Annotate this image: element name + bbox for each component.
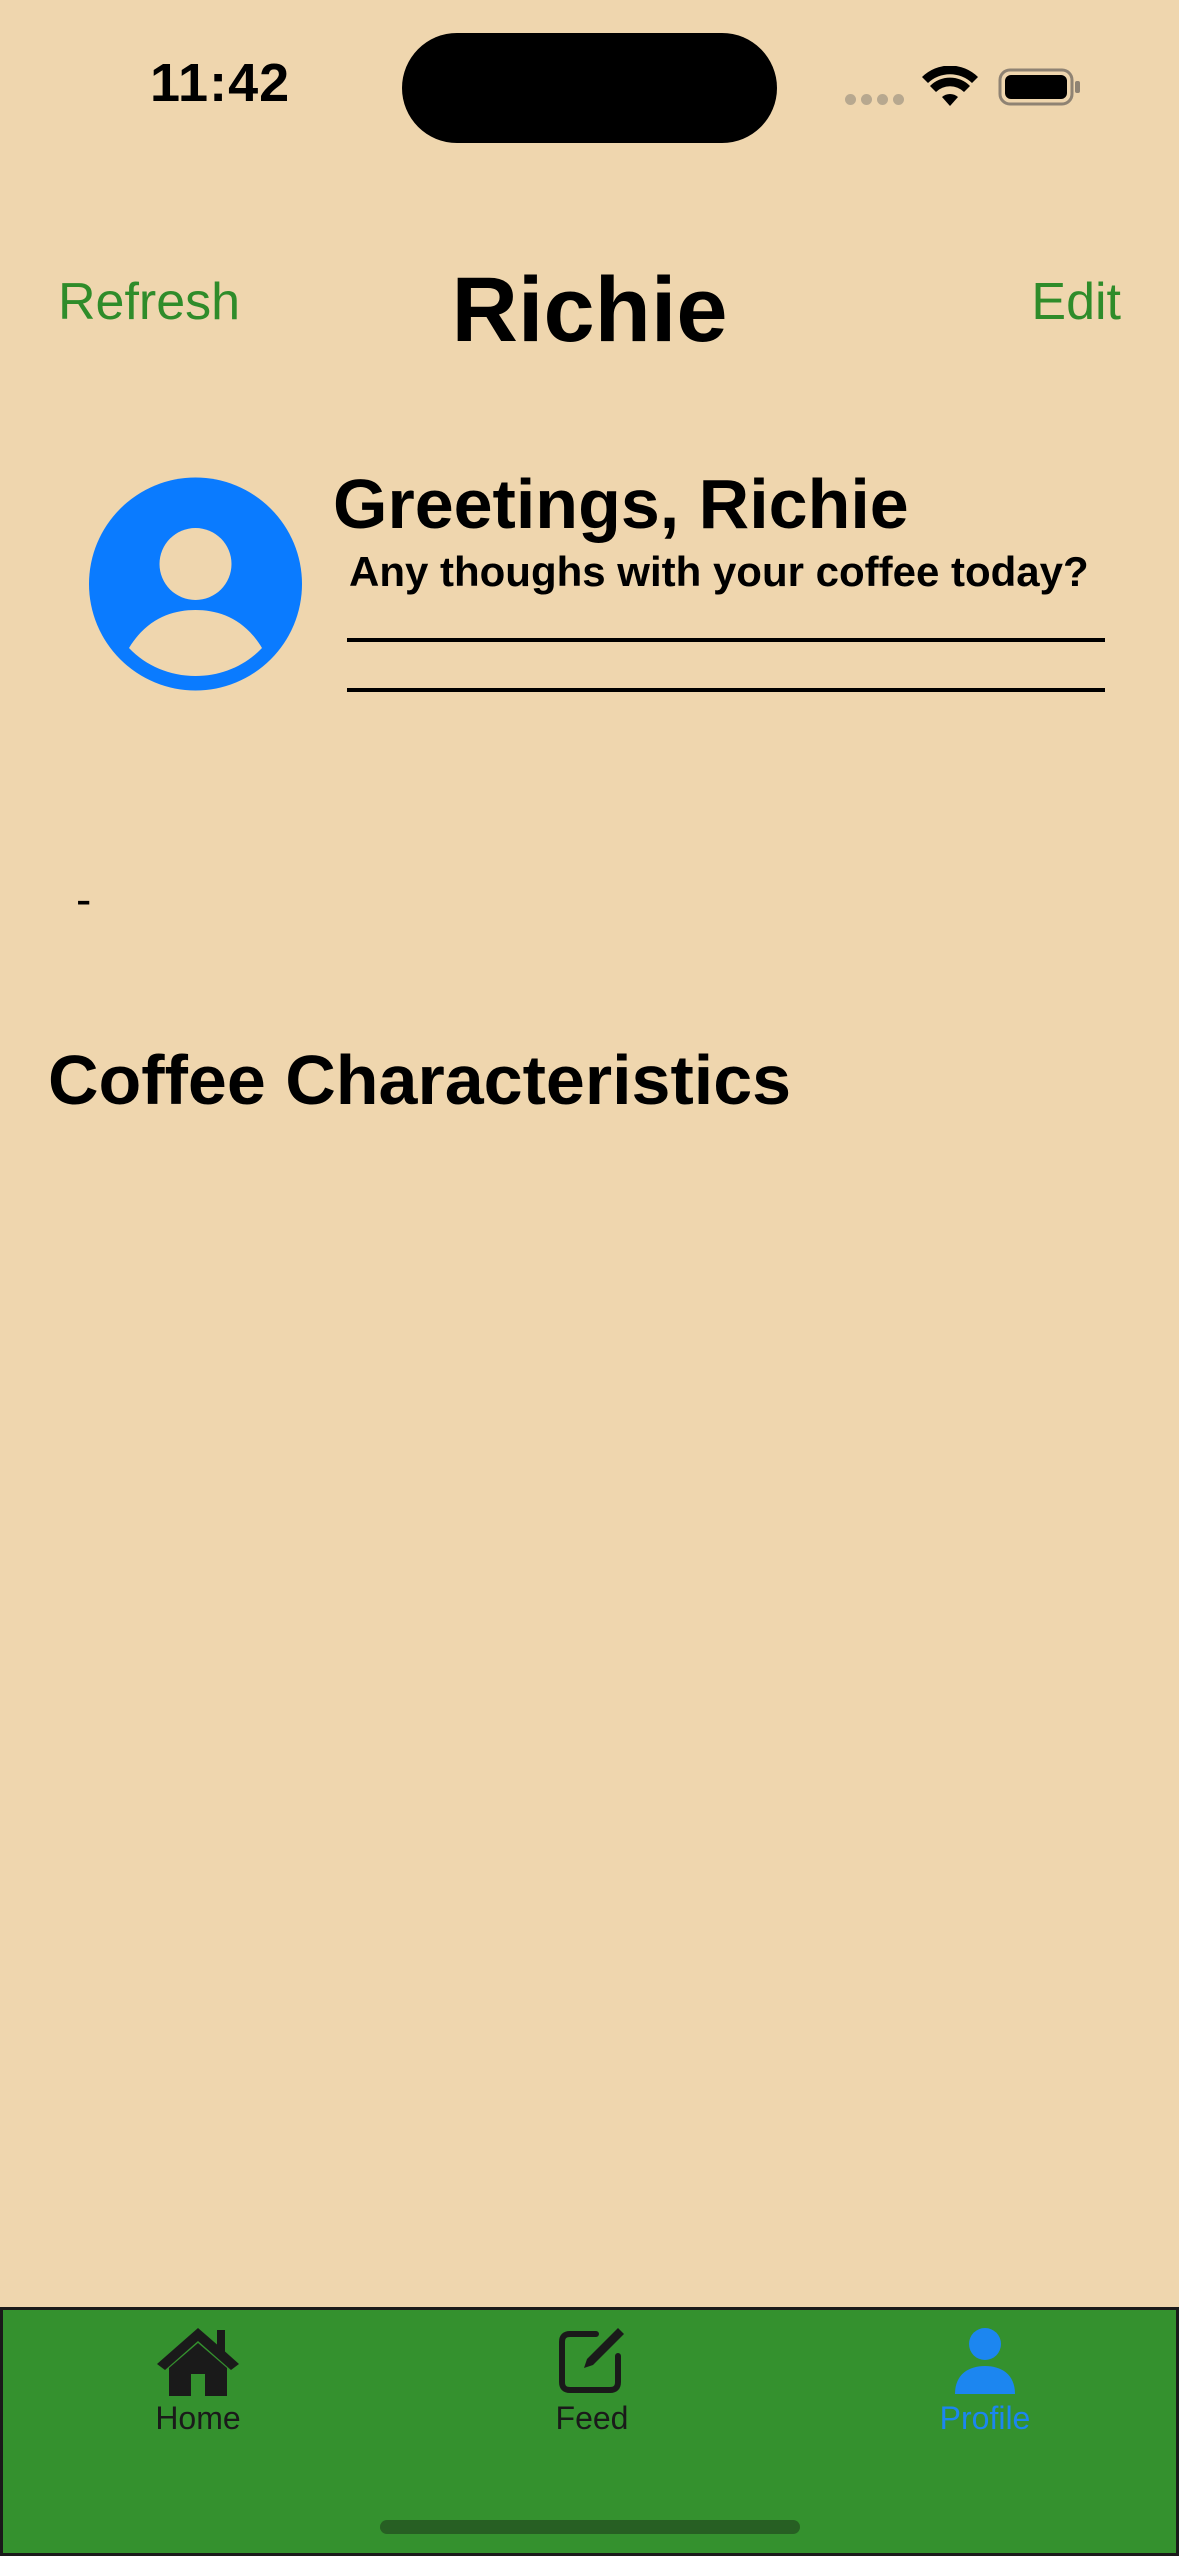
wifi-icon (922, 66, 978, 106)
tab-feed-label: Feed (555, 2400, 629, 2436)
thoughts-prompt: Any thoughs with your coffee today? (349, 548, 1089, 595)
thoughts-input-line[interactable] (347, 688, 1105, 692)
greeting-heading: Greetings, Richie (333, 465, 909, 543)
thoughts-input-line[interactable] (347, 638, 1105, 642)
edit-button[interactable]: Edit (1031, 272, 1121, 332)
cellular-signal-icon (845, 94, 904, 105)
dynamic-island (402, 33, 777, 143)
battery-icon (998, 68, 1080, 106)
tab-profile-label: Profile (939, 2400, 1031, 2436)
tab-home[interactable]: Home (98, 2324, 298, 2474)
status-time: 11:42 (150, 53, 291, 113)
coffee-characteristics-heading: Coffee Characteristics (48, 1041, 792, 1119)
tab-profile[interactable]: Profile (885, 2324, 1085, 2474)
compose-icon (559, 2328, 624, 2393)
house-icon (157, 2328, 239, 2396)
bio-text: - (76, 873, 92, 925)
tab-home-label: Home (155, 2400, 241, 2436)
tab-feed[interactable]: Feed (492, 2324, 692, 2474)
page-title: Richie (451, 259, 728, 361)
profile-screen: 11:42 Refresh Richie Edit Greetings, Ric… (0, 0, 1179, 2556)
avatar[interactable] (89, 476, 302, 692)
person-icon (955, 2328, 1015, 2394)
tab-bar: Home Feed Profile (0, 2307, 1179, 2556)
home-indicator[interactable] (380, 2520, 800, 2534)
